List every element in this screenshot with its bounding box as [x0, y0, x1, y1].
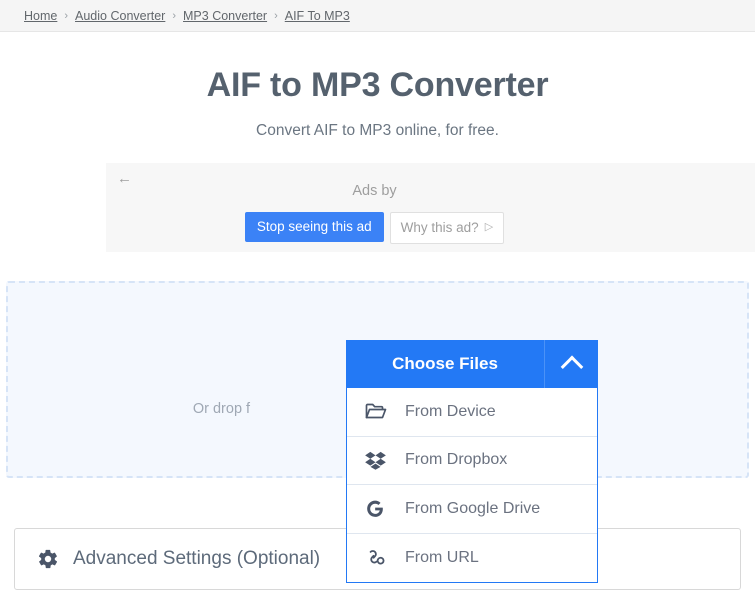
ad-panel: ← Ads by Stop seeing this ad Why this ad…: [106, 163, 755, 252]
menu-item-from-url[interactable]: From URL: [347, 534, 597, 583]
choose-files-button[interactable]: Choose Files: [346, 340, 544, 388]
play-triangle-icon: ▷: [485, 222, 493, 233]
ads-by-label: Ads by: [106, 183, 643, 199]
breadcrumb-separator: ›: [64, 10, 68, 22]
why-this-ad-label: Why this ad?: [401, 221, 479, 235]
dropzone-hint-left: Or drop f: [193, 401, 250, 417]
why-this-ad-button[interactable]: Why this ad? ▷: [390, 212, 505, 244]
dropbox-icon: [365, 451, 391, 470]
menu-item-label: From Device: [405, 403, 496, 421]
ad-controls: Stop seeing this ad Why this ad? ▷: [106, 212, 643, 244]
breadcrumb-separator: ›: [172, 10, 176, 22]
page-title: AIF to MP3 Converter: [0, 66, 755, 105]
breadcrumb-item-aif-to-mp3[interactable]: AIF To MP3: [285, 9, 350, 23]
menu-item-from-google-drive[interactable]: From Google Drive: [347, 485, 597, 534]
gear-icon: [37, 548, 59, 570]
page-header: AIF to MP3 Converter Convert AIF to MP3 …: [0, 32, 755, 140]
choose-files-dropdown-toggle[interactable]: [544, 340, 598, 388]
stop-seeing-this-ad-button[interactable]: Stop seeing this ad: [245, 212, 384, 242]
breadcrumb-item-audio-converter[interactable]: Audio Converter: [75, 9, 165, 23]
menu-item-label: From Dropbox: [405, 451, 507, 469]
breadcrumb: Home › Audio Converter › MP3 Converter ›…: [0, 0, 755, 32]
choose-files-control: Choose Files: [346, 340, 598, 388]
menu-item-label: From URL: [405, 549, 479, 567]
folder-open-icon: [365, 402, 391, 421]
google-icon: [365, 499, 391, 519]
advanced-settings-label: Advanced Settings (Optional): [73, 548, 320, 570]
chevron-up-icon: [560, 356, 583, 379]
breadcrumb-item-mp3-converter[interactable]: MP3 Converter: [183, 9, 267, 23]
page-subtitle: Convert AIF to MP3 online, for free.: [0, 122, 755, 140]
breadcrumb-item-home[interactable]: Home: [24, 9, 57, 23]
breadcrumb-separator: ›: [274, 10, 278, 22]
link-icon: [365, 548, 391, 567]
menu-item-from-dropbox[interactable]: From Dropbox: [347, 437, 597, 486]
menu-item-label: From Google Drive: [405, 500, 540, 518]
file-chooser: Choose Files From Device From Dropbox: [346, 340, 598, 583]
choose-files-menu: From Device From Dropbox From Google Dri…: [346, 388, 598, 583]
menu-item-from-device[interactable]: From Device: [347, 388, 597, 437]
